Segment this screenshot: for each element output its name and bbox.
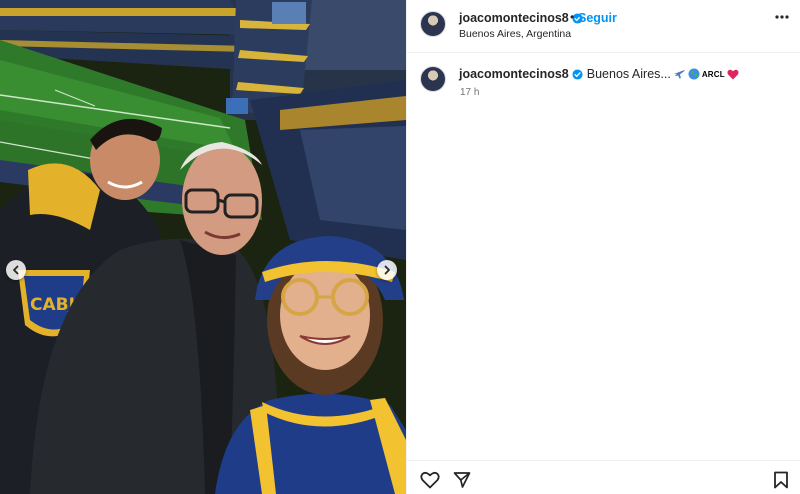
post-timestamp[interactable]: 17 h: [460, 87, 479, 98]
caption-line: joacomontecinos8 Buenos Aires... ARCL: [459, 67, 739, 81]
header-separator: •: [570, 10, 575, 24]
caption-text: Buenos Aires...: [586, 67, 671, 81]
stadium-selfie-image: CABJ: [0, 0, 406, 494]
post-header: joacomontecinos8 • Seguir Buenos Aires, …: [407, 0, 800, 53]
globe-emoji-icon: [688, 68, 700, 80]
bookmark-icon[interactable]: [773, 471, 789, 489]
caption-username-text[interactable]: joacomontecinos8: [459, 67, 569, 81]
caption-username[interactable]: joacomontecinos8: [459, 67, 583, 81]
heart-emoji-icon: [727, 69, 739, 80]
post-side-panel: joacomontecinos8 • Seguir Buenos Aires, …: [406, 0, 800, 494]
heart-icon[interactable]: [420, 471, 440, 489]
username-text[interactable]: joacomontecinos8: [459, 11, 569, 25]
post-location[interactable]: Buenos Aires, Argentina: [459, 28, 571, 40]
caption: joacomontecinos8 Buenos Aires... ARCL 17 h: [407, 60, 800, 110]
post-photo: CABJ: [0, 0, 406, 494]
airplane-emoji-icon: [673, 69, 685, 79]
chevron-right-icon: [384, 265, 390, 275]
carousel-next-button[interactable]: [377, 260, 397, 280]
carousel-prev-button[interactable]: [6, 260, 26, 280]
avatar[interactable]: [420, 11, 446, 37]
more-options-icon[interactable]: [775, 15, 789, 19]
chevron-left-icon: [13, 265, 19, 275]
verified-badge-icon: [572, 69, 583, 80]
share-icon[interactable]: [453, 471, 471, 489]
post-username[interactable]: joacomontecinos8: [459, 11, 583, 25]
action-bar: [407, 460, 800, 494]
follow-button[interactable]: Seguir: [578, 11, 617, 25]
caption-avatar[interactable]: [420, 66, 446, 92]
caption-tag: ARCL: [701, 70, 725, 79]
